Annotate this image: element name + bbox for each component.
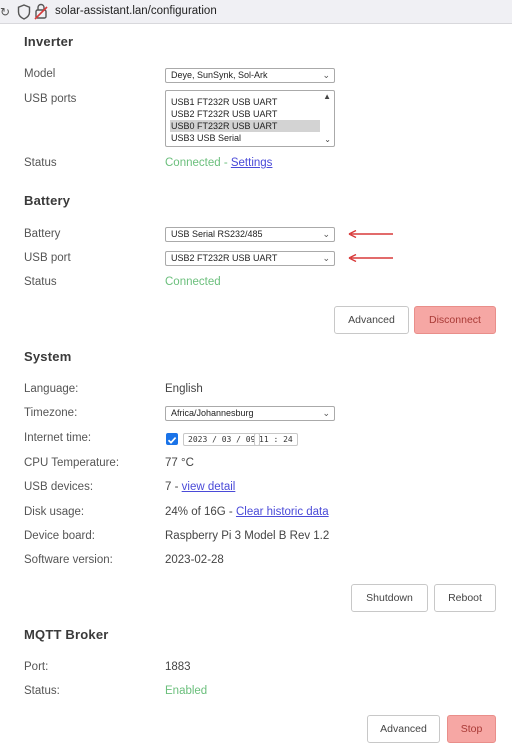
battery-status-label: Status — [24, 276, 57, 288]
mqtt-broker-heading: MQTT Broker — [24, 627, 109, 642]
scroll-up-icon[interactable]: ▲ — [323, 92, 331, 101]
insecure-lock-icon[interactable] — [34, 3, 48, 20]
battery-select-value: USB Serial RS232/485 — [171, 229, 263, 239]
disk-usage-separator: - — [225, 506, 236, 518]
device-board-label: Device board: — [24, 530, 95, 542]
date-input[interactable]: 2023 / 03 / 09 — [183, 433, 261, 446]
timezone-label: Timezone: — [24, 407, 78, 419]
chevron-down-icon: ⌄ — [322, 70, 330, 80]
mqtt-port-label: Port: — [24, 661, 49, 673]
internet-time-checkbox[interactable] — [166, 433, 178, 445]
inverter-status: Connected - Settings — [165, 157, 272, 169]
annotation-arrow-icon — [348, 254, 393, 262]
usb-port-label: USB port — [24, 252, 71, 264]
usb-port-option[interactable]: USB1 FT232R USB UART — [171, 96, 277, 108]
usb-ports-label: USB ports — [24, 93, 77, 105]
inverter-status-value: Connected — [165, 157, 221, 169]
settings-link[interactable]: Settings — [231, 157, 273, 169]
internet-time-label: Internet time: — [24, 432, 92, 444]
shield-icon[interactable] — [17, 4, 31, 20]
timezone-select-value: Africa/Johannesburg — [171, 408, 254, 418]
battery-select[interactable]: USB Serial RS232/485 ⌄ — [165, 227, 335, 242]
battery-status-value: Connected — [165, 276, 221, 288]
inverter-heading: Inverter — [24, 34, 74, 49]
usb-port-select[interactable]: USB2 FT232R USB UART ⌄ — [165, 251, 335, 266]
disk-usage-value: 24% of 16G — [165, 506, 226, 518]
timezone-select[interactable]: Africa/Johannesburg ⌄ — [165, 406, 335, 421]
time-input[interactable]: 11 : 24 — [254, 433, 298, 446]
usb-port-select-value: USB2 FT232R USB UART — [171, 253, 278, 263]
shutdown-button[interactable]: Shutdown — [351, 584, 428, 612]
mqtt-status-value: Enabled — [165, 685, 208, 697]
annotation-arrow-icon — [348, 230, 393, 238]
system-heading: System — [24, 349, 72, 364]
view-detail-link[interactable]: view detail — [182, 481, 236, 493]
software-version-value: 2023-02-28 — [165, 554, 224, 566]
battery-label: Battery — [24, 228, 61, 240]
clear-historic-data-link[interactable]: Clear historic data — [236, 506, 329, 518]
browser-url-bar: ↻ solar-assistant.lan/configuration — [0, 0, 512, 24]
usb-ports-listbox[interactable]: USB1 FT232R USB UART USB2 FT232R USB UAR… — [165, 90, 335, 147]
scroll-down-icon[interactable]: ⌄ — [324, 135, 331, 144]
language-label: Language: — [24, 383, 79, 395]
disconnect-button[interactable]: Disconnect — [414, 306, 496, 334]
language-value: English — [165, 383, 203, 395]
battery-advanced-button[interactable]: Advanced — [334, 306, 409, 334]
checkmark-icon — [167, 437, 177, 444]
model-select-value: Deye, SunSynk, Sol-Ark — [171, 70, 268, 80]
usb-port-option-selected[interactable]: USB0 FT232R USB UART — [170, 120, 320, 132]
reload-icon[interactable]: ↻ — [0, 4, 10, 20]
usb-port-option[interactable]: USB2 FT232R USB UART — [171, 108, 277, 120]
usb-devices: 7 - view detail — [165, 481, 235, 493]
inverter-status-label: Status — [24, 157, 57, 169]
battery-heading: Battery — [24, 193, 71, 208]
mqtt-advanced-button[interactable]: Advanced — [367, 715, 440, 743]
mqtt-port-value: 1883 — [165, 661, 191, 673]
usb-devices-separator: - — [171, 481, 182, 493]
cpu-temperature-label: CPU Temperature: — [24, 457, 120, 469]
chevron-down-icon: ⌄ — [322, 229, 330, 239]
status-separator: - — [220, 157, 231, 169]
reboot-button[interactable]: Reboot — [434, 584, 496, 612]
software-version-label: Software version: — [24, 554, 113, 566]
cpu-temperature-value: 77 °C — [165, 457, 194, 469]
disk-usage-label: Disk usage: — [24, 506, 85, 518]
url-text[interactable]: solar-assistant.lan/configuration — [55, 5, 217, 17]
usb-port-option[interactable]: USB3 USB Serial — [171, 132, 241, 144]
stop-button[interactable]: Stop — [447, 715, 496, 743]
mqtt-status-label: Status: — [24, 685, 60, 697]
chevron-down-icon: ⌄ — [322, 408, 330, 418]
device-board-value: Raspberry Pi 3 Model B Rev 1.2 — [165, 530, 330, 542]
model-label: Model — [24, 68, 56, 80]
disk-usage: 24% of 16G - Clear historic data — [165, 506, 329, 518]
model-select[interactable]: Deye, SunSynk, Sol-Ark ⌄ — [165, 68, 335, 83]
usb-devices-label: USB devices: — [24, 481, 94, 493]
chevron-down-icon: ⌄ — [322, 253, 330, 263]
